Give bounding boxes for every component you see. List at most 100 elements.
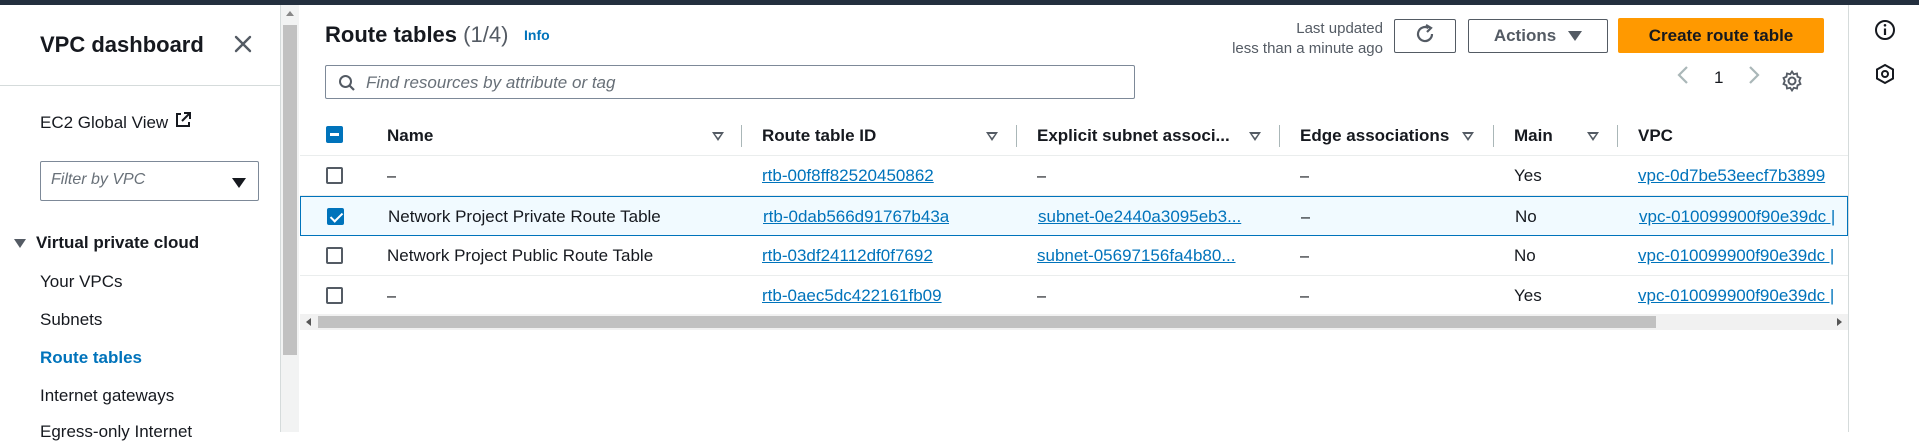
sidebar-item-route-tables[interactable]: Route tables [40,348,142,368]
gear-icon[interactable] [1780,69,1804,98]
column-header-main[interactable]: Main [1514,126,1553,146]
sidebar-item-subnets[interactable]: Subnets [40,310,102,330]
sort-icon[interactable] [1249,132,1261,141]
cell-name: Network Project Public Route Table [387,246,654,265]
caret-down-icon [14,238,26,248]
create-route-table-button[interactable]: Create route table [1618,18,1824,53]
scroll-left-arrow[interactable] [306,318,311,326]
caret-down-icon [232,178,246,188]
column-header-edge[interactable]: Edge associations [1300,126,1449,146]
cell-main: Yes [1514,286,1542,305]
column-divider[interactable] [1279,125,1280,147]
table-row[interactable]: Network Project Private Route Table rtb-… [300,196,1848,236]
info-icon[interactable] [1874,19,1896,46]
column-divider[interactable] [1016,125,1017,147]
sidebar-item-egress-only[interactable]: Egress-only Internet [40,422,192,442]
subnet-link[interactable]: subnet-0e2440a3095eb3... [1038,207,1263,227]
refresh-button[interactable] [1394,19,1456,53]
prev-page-icon[interactable] [1676,65,1690,90]
vpc-link[interactable]: vpc-010099900f90e39dc | [1638,246,1848,266]
table-row[interactable]: – rtb-0aec5dc422161fb09 – – Yes vpc-0100… [300,276,1848,316]
row-checkbox[interactable] [326,287,343,304]
external-link-icon [174,111,192,134]
sidebar-title: VPC dashboard [40,32,204,57]
actions-label: Actions [1493,26,1557,45]
selection-count: (1/4) [463,22,509,47]
subnet-link[interactable]: subnet-05697156fa4b80... [1037,246,1262,266]
vpc-filter-placeholder: Filter by VPC [51,171,146,188]
next-page-icon[interactable] [1747,65,1761,90]
sidebar-section-label: Virtual private cloud [36,233,200,252]
cell-name: – [387,166,397,185]
column-header-route-table-id[interactable]: Route table ID [762,126,876,146]
column-divider[interactable] [1617,125,1618,147]
search-placeholder: Find resources by attribute or tag [366,73,616,92]
route-table-id-link[interactable]: rtb-00f8ff82520450862 [762,166,934,186]
page-title-text: Route tables [325,22,458,47]
table-row[interactable]: – rtb-00f8ff82520450862 – – Yes vpc-0d7b… [300,156,1848,196]
ec2-global-view-label: EC2 Global View [40,112,169,132]
scrollbar-thumb[interactable] [318,316,1656,328]
scroll-up-arrow[interactable] [286,11,294,16]
cell-name: – [387,286,397,305]
search-input[interactable]: Find resources by attribute or tag [325,65,1135,99]
caret-down-icon [1568,31,1583,41]
info-link[interactable]: Info [524,27,550,43]
cell-edge: – [1300,166,1310,185]
cell-edge: – [1301,207,1311,226]
column-header-name[interactable]: Name [387,126,433,146]
route-table-id-link[interactable]: rtb-0dab566d91767b43a [763,207,949,227]
page-title: Route tables (1/4) [325,22,508,48]
sort-icon[interactable] [1462,132,1474,141]
right-utility-panel [1848,5,1919,432]
column-divider[interactable] [1493,125,1494,147]
sidebar: VPC dashboard EC2 Global View Filter by … [0,5,280,441]
table-row[interactable]: Network Project Public Route Table rtb-0… [300,236,1848,276]
cell-main: No [1514,246,1536,265]
last-updated-value: less than a minute ago [1232,40,1383,57]
cell-subnet: – [1037,166,1047,185]
cell-edge: – [1300,246,1310,265]
row-checkbox[interactable] [326,247,343,264]
sidebar-item-internet-gateways[interactable]: Internet gateways [40,386,174,406]
cell-subnet: – [1037,286,1047,305]
sidebar-section-vpc[interactable]: Virtual private cloud [14,233,199,253]
search-icon [338,74,356,97]
feedback-icon[interactable] [1874,63,1896,90]
route-table-id-link[interactable]: rtb-03df24112df0f7692 [762,246,933,266]
vpc-link[interactable]: vpc-010099900f90e39dc | [1639,207,1849,227]
cell-name: Network Project Private Route Table [388,207,661,226]
vpc-link[interactable]: vpc-0d7be53eecf7b3899 [1638,166,1848,186]
column-header-vpc[interactable]: VPC [1638,126,1673,146]
sidebar-divider [0,85,280,86]
select-all-checkbox[interactable] [326,126,343,143]
last-updated: Last updated less than a minute ago [1232,19,1383,59]
route-table-id-link[interactable]: rtb-0aec5dc422161fb09 [762,286,942,306]
vpc-link[interactable]: vpc-010099900f90e39dc | [1638,286,1848,306]
cell-main: No [1515,207,1537,226]
row-checkbox[interactable] [326,167,343,184]
sort-icon[interactable] [986,132,998,141]
refresh-icon [1414,23,1436,50]
actions-button[interactable]: Actions [1468,19,1608,53]
last-updated-label: Last updated [1296,20,1383,37]
column-header-subnet[interactable]: Explicit subnet associ... [1037,126,1230,146]
page-number[interactable]: 1 [1714,68,1723,88]
close-icon[interactable] [230,31,256,57]
sort-icon[interactable] [1587,132,1599,141]
table-horizontal-scrollbar[interactable] [300,314,1848,330]
table-header: Name Route table ID Explicit subnet asso… [300,115,1848,156]
sidebar-item-your-vpcs[interactable]: Your VPCs [40,272,123,292]
column-divider[interactable] [741,125,742,147]
scrollbar-thumb[interactable] [283,25,297,355]
sort-icon[interactable] [712,132,724,141]
row-checkbox[interactable] [327,208,344,225]
main-content: Route tables (1/4) Info Last updated les… [300,5,1848,432]
scroll-right-arrow[interactable] [1837,318,1842,326]
cell-main: Yes [1514,166,1542,185]
pagination: 1 [1676,65,1761,90]
sidebar-scrollbar[interactable] [280,5,299,432]
vpc-filter-select[interactable]: Filter by VPC [40,161,259,201]
cell-edge: – [1300,286,1310,305]
ec2-global-view-link[interactable]: EC2 Global View [40,111,192,134]
